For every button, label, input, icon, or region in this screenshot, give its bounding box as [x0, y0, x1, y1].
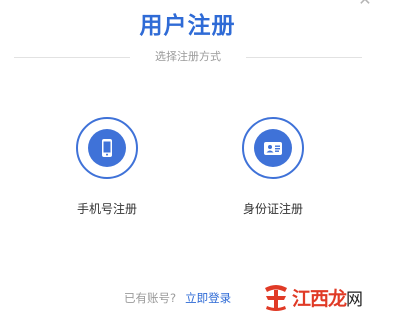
login-link[interactable]: 立即登录 [185, 291, 231, 305]
have-account-text: 已有账号? [124, 291, 177, 305]
page-title: 用户注册 [139, 13, 236, 39]
subtitle-divider: 选择注册方式 [14, 48, 362, 66]
watermark-text: 江西龙网 [292, 287, 363, 310]
id-card-icon [264, 142, 282, 155]
login-prompt: 已有账号? 立即登录 [124, 290, 231, 306]
id-card-register-label: 身份证注册 [242, 202, 303, 216]
id-card-register-option[interactable]: 身份证注册 [228, 117, 318, 217]
phone-register-option[interactable]: 手机号注册 [62, 117, 152, 217]
subtitle: 选择注册方式 [155, 50, 221, 63]
phone-icon [102, 139, 112, 157]
divider-line-right [246, 57, 362, 58]
phone-register-button[interactable] [76, 117, 138, 179]
watermark-logo-icon [265, 285, 287, 311]
watermark: 江西龙网 [261, 282, 363, 312]
divider-line-left [14, 57, 130, 58]
id-card-register-button[interactable] [242, 117, 304, 179]
phone-register-label: 手机号注册 [76, 202, 137, 216]
